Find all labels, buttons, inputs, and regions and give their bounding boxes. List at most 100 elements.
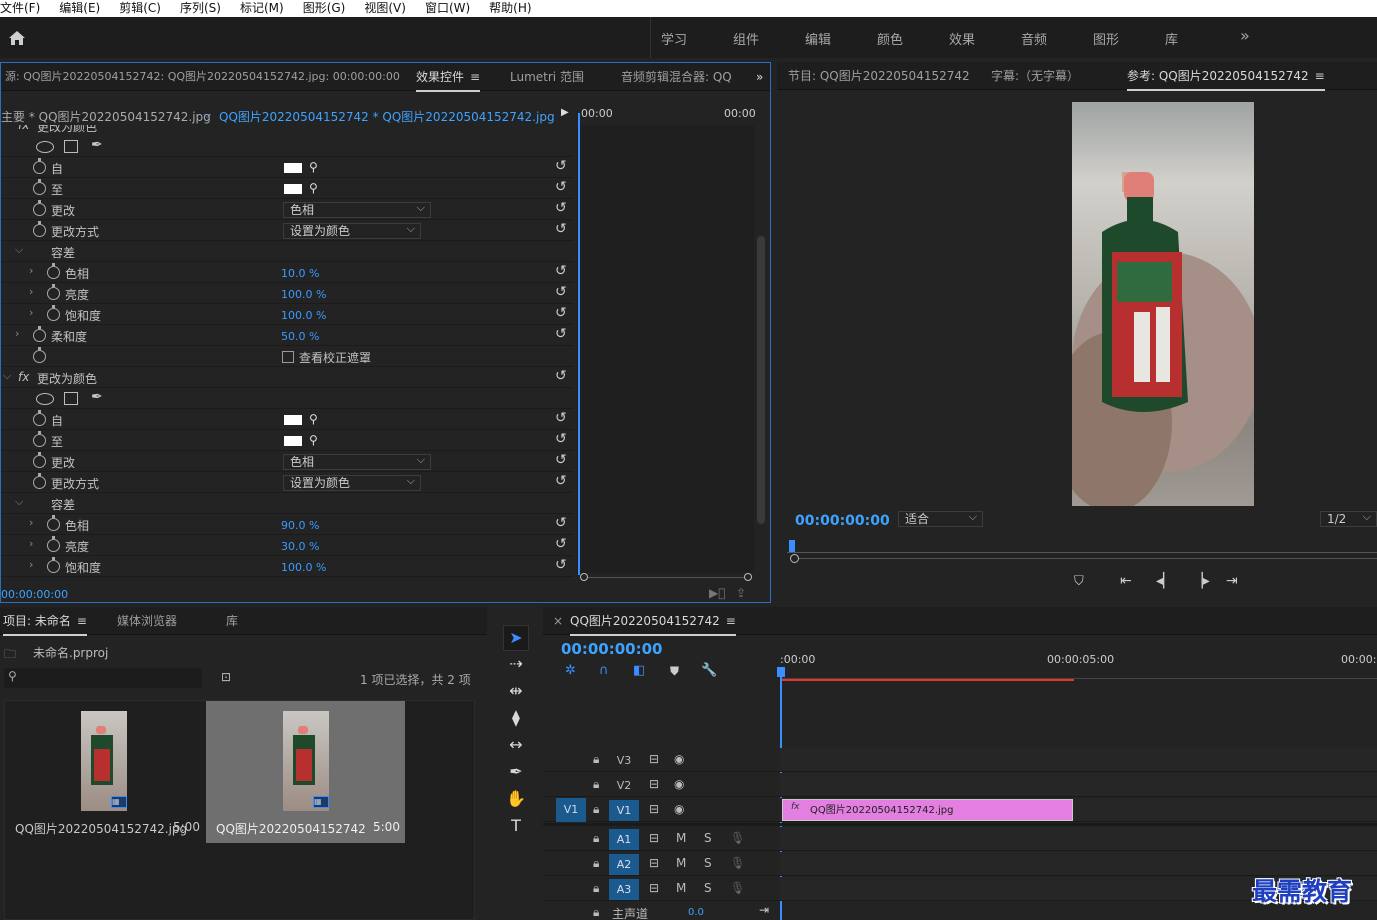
to-color-swatch[interactable]	[284, 436, 302, 446]
menu-edit[interactable]: 编辑(E)	[59, 0, 100, 17]
go-to-end-icon[interactable]: ⇥	[759, 903, 769, 917]
reset-icon[interactable]: ↺	[555, 368, 567, 384]
playhead-handle[interactable]	[777, 667, 785, 677]
home-icon[interactable]	[7, 28, 27, 48]
close-icon[interactable]: ×	[553, 607, 563, 635]
chevron-right-icon[interactable]: ›	[29, 558, 33, 571]
change-dropdown[interactable]: 色相	[283, 453, 431, 470]
reset-icon[interactable]: ↺	[555, 305, 567, 321]
hand-tool-icon[interactable]: ✋	[505, 788, 527, 810]
play-audio-icon[interactable]: ▶⃒	[709, 586, 725, 600]
lightness-value[interactable]: 30.0 %	[281, 540, 319, 553]
chevron-right-icon[interactable]: ›	[29, 516, 33, 529]
lock-icon[interactable]: 🔒︎	[593, 777, 599, 792]
solo-button[interactable]: S	[704, 831, 712, 845]
stopwatch-icon[interactable]	[33, 200, 46, 216]
effect-mini-timeline[interactable]	[577, 125, 754, 573]
tab-media-browser[interactable]: 媒体浏览器	[117, 607, 177, 635]
track-label[interactable]: A3	[609, 879, 639, 900]
export-icon[interactable]: ⇪	[736, 586, 746, 600]
reset-icon[interactable]: ↺	[555, 263, 567, 279]
lightness-value[interactable]: 100.0 %	[281, 288, 326, 301]
reset-icon[interactable]: ↺	[555, 158, 567, 174]
linked-select-icon[interactable]: ◧	[633, 663, 645, 678]
track-select-tool-icon[interactable]: ⇢	[505, 653, 527, 675]
menu-view[interactable]: 视图(V)	[364, 0, 406, 17]
mini-scrollbar[interactable]	[757, 236, 765, 524]
step-forward-icon[interactable]: ⇥	[1226, 573, 1238, 589]
reset-icon[interactable]: ↺	[555, 179, 567, 195]
track-label[interactable]: V1	[609, 800, 639, 821]
track-label[interactable]: V2	[609, 775, 639, 796]
mask-checkbox[interactable]	[282, 351, 294, 363]
softness-value[interactable]: 50.0 %	[281, 330, 319, 343]
tab-lumetri[interactable]: Lumetri 范围	[510, 63, 584, 91]
track-label[interactable]: A2	[609, 854, 639, 875]
hue-value[interactable]: 90.0 %	[281, 519, 319, 532]
workspace-effects[interactable]: 效果	[949, 29, 975, 48]
reset-icon[interactable]: ↺	[555, 221, 567, 237]
stopwatch-icon[interactable]	[47, 536, 60, 552]
lock-icon[interactable]: 🔒︎	[593, 856, 599, 871]
lock-icon[interactable]: 🔒︎	[593, 831, 599, 846]
panel-overflow-icon[interactable]: »	[756, 63, 763, 91]
stopwatch-icon[interactable]	[33, 158, 46, 174]
stopwatch-icon[interactable]	[47, 515, 60, 531]
add-marker-icon[interactable]: ⛊	[670, 664, 679, 679]
panel-menu-icon[interactable]: ≡	[77, 614, 87, 628]
eyedropper-icon[interactable]: ⚲	[309, 181, 318, 195]
stopwatch-icon[interactable]	[33, 326, 46, 342]
effect-timecode[interactable]: 00:00:00:00	[1, 588, 68, 601]
nest-icon[interactable]: ✲	[565, 663, 576, 678]
new-bin-icon[interactable]: ⊡	[221, 670, 231, 684]
method-dropdown[interactable]: 设置为颜色	[283, 222, 421, 239]
tab-audio-mixer[interactable]: 音频剪辑混合器: QQ	[621, 63, 733, 91]
tab-source[interactable]: 源: QQ图片20220504152742: QQ图片2022050415274…	[5, 63, 400, 91]
lock-icon[interactable]: 🔒︎	[593, 905, 599, 920]
stopwatch-icon[interactable]	[47, 263, 60, 279]
lock-icon[interactable]: 🔒︎	[593, 881, 599, 896]
lock-icon[interactable]: 🔒︎	[593, 752, 599, 767]
saturation-value[interactable]: 100.0 %	[281, 309, 326, 322]
menu-sequence[interactable]: 序列(S)	[180, 0, 221, 17]
reset-icon[interactable]: ↺	[555, 284, 567, 300]
page-indicator[interactable]: 1/2	[1320, 510, 1377, 527]
microphone-icon[interactable]: 🎙︎	[730, 856, 745, 870]
eye-icon[interactable]: ◉	[674, 777, 684, 791]
sync-lock-icon[interactable]: ⊟	[649, 752, 659, 766]
stopwatch-icon[interactable]	[47, 284, 60, 300]
tab-sequence[interactable]: QQ图片20220504152742 ≡	[570, 607, 736, 636]
frame-back-icon[interactable]: ◂▏	[1156, 573, 1174, 589]
tab-captions[interactable]: 字幕:（无字幕）	[991, 62, 1079, 90]
menu-marker[interactable]: 标记(M)	[240, 0, 284, 17]
sync-lock-icon[interactable]: ⊟	[649, 802, 659, 816]
stopwatch-icon[interactable]	[33, 452, 46, 468]
microphone-icon[interactable]: 🎙︎	[730, 881, 745, 895]
project-item[interactable]: ▦ QQ图片20220504152742.jpg 5:00	[5, 701, 205, 843]
source-patch-v1[interactable]: V1	[556, 798, 586, 822]
workspace-editing[interactable]: 编辑	[805, 29, 831, 48]
mute-button[interactable]: M	[676, 881, 686, 895]
tab-project[interactable]: 项目: 未命名 ≡	[3, 607, 87, 636]
reset-icon[interactable]: ↺	[555, 200, 567, 216]
track-a1[interactable]: 🔒︎ A1 ⊟ M S 🎙︎	[543, 827, 1377, 851]
eyedropper-icon[interactable]: ⚲	[309, 433, 318, 447]
reset-icon[interactable]: ↺	[555, 515, 567, 531]
menu-clip[interactable]: 剪辑(C)	[119, 0, 161, 17]
razor-tool-icon[interactable]: ⧫	[505, 707, 527, 729]
fx-badge[interactable]: fx	[18, 370, 29, 384]
menu-file[interactable]: 文件(F)	[0, 0, 40, 17]
reset-icon[interactable]: ↺	[555, 536, 567, 552]
eye-icon[interactable]: ◉	[674, 802, 684, 816]
timeline-ruler[interactable]	[780, 667, 1377, 679]
eye-icon[interactable]: ◉	[674, 752, 684, 766]
project-item[interactable]: ▦ QQ图片20220504152742 5:00	[206, 701, 405, 843]
reset-icon[interactable]: ↺	[555, 410, 567, 426]
playhead[interactable]	[578, 113, 580, 575]
stopwatch-icon[interactable]	[33, 410, 46, 426]
chevron-down-icon[interactable]: ⌵	[15, 243, 23, 257]
pen-mask-icon[interactable]: ✒	[91, 389, 103, 405]
workspace-overflow-icon[interactable]: »	[1240, 26, 1250, 45]
tab-reference[interactable]: 参考: QQ图片20220504152742 ≡	[1127, 62, 1325, 91]
workspace-audio[interactable]: 音频	[1021, 29, 1047, 48]
